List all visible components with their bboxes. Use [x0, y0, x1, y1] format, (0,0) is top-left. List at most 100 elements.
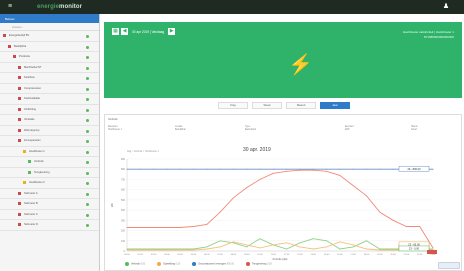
y-tick-label: 400 [121, 209, 126, 212]
tree-item-label: Machinehal NT [24, 65, 42, 69]
help-button[interactable] [438, 262, 460, 269]
sidebar: Beheer Zoeken... Energiebedrijf BV Bedrij… [0, 14, 100, 271]
tree-item[interactable]: Ventilatie [0, 115, 99, 126]
tree-item[interactable]: Verbruik [0, 157, 99, 168]
tree-item[interactable]: Hoofdmeter 1 [0, 147, 99, 157]
status-dot [86, 98, 89, 101]
data-point [232, 168, 234, 170]
node-icon [23, 149, 26, 153]
data-point [339, 168, 341, 170]
data-point [259, 238, 261, 240]
data-point [352, 168, 354, 170]
data-point [299, 168, 301, 170]
tree-item[interactable]: Submeter C [0, 210, 99, 220]
tab-day[interactable]: Dag [218, 102, 248, 109]
node-icon [18, 107, 21, 111]
prev-date-button[interactable]: ◀ [121, 28, 128, 35]
data-point [259, 168, 261, 170]
tree-item[interactable]: Warmtepomp [0, 126, 99, 136]
tree-item[interactable]: Energiebedrijf BV [0, 31, 99, 42]
legend-item[interactable]: Teruglevering 0,00 [246, 262, 272, 266]
data-point [246, 246, 248, 248]
data-point [392, 248, 394, 250]
data-point [206, 168, 208, 170]
data-point [352, 246, 354, 248]
meta-block-5: Status Actief [411, 126, 418, 132]
meta-block-1: Meetpunt Hoofdmeter 1 [108, 126, 122, 132]
data-point [339, 241, 341, 243]
tree-item[interactable]: Teruglevering [0, 168, 99, 178]
tree-item[interactable]: Hoofdmeter 2 [0, 178, 99, 189]
node-icon [18, 128, 21, 132]
tab-month[interactable]: Maand [286, 102, 316, 109]
data-point [139, 226, 141, 228]
data-point [166, 249, 168, 251]
tree-item[interactable]: Submeter B [0, 199, 99, 210]
tree-item[interactable]: Compressoren [0, 84, 99, 94]
tree-item[interactable]: Koelinstallatie [0, 94, 99, 105]
data-point [246, 168, 248, 170]
tab-week[interactable]: Week [252, 102, 282, 109]
tree-item[interactable]: Submeter D [0, 220, 99, 231]
data-point [286, 168, 288, 170]
data-point [339, 174, 341, 176]
tree-item[interactable]: Verlichting [0, 105, 99, 115]
calendar-icon[interactable]: ▦ [112, 28, 119, 35]
data-point [365, 195, 367, 197]
meter-info-line2: 871685900000000000 [423, 35, 454, 39]
tab-year[interactable]: Jaar [320, 102, 350, 109]
data-point [432, 248, 434, 250]
data-point [365, 168, 367, 170]
legend-value: 0,00 [175, 262, 181, 266]
x-tick-label: 03:00 [164, 254, 170, 256]
data-point [379, 249, 381, 251]
x-tick-label: 15:00 [324, 254, 330, 256]
x-tick-label: 02:00 [151, 254, 157, 256]
tree-item[interactable]: Ketelhuis [0, 73, 99, 84]
x-tick-label: 05:00 [191, 254, 197, 256]
legend-item[interactable]: Verbruik 0,00 [125, 262, 145, 266]
tree-item[interactable]: Zonnepanelen [0, 136, 99, 147]
status-dot [86, 150, 89, 154]
search-placeholder: Zoeken... [12, 24, 25, 29]
data-point [272, 244, 274, 246]
menu-icon[interactable]: ≡ [5, 2, 15, 12]
chart-panel: Verbruik Meetpunt Hoofdmeter 1 Locatie Bed… [104, 114, 462, 271]
tree-item[interactable]: Submeter A [0, 189, 99, 199]
y-tick-label: 500 [121, 199, 126, 202]
tree-item[interactable]: Bedrijfshal [0, 42, 99, 52]
status-dot [86, 87, 89, 91]
data-point [392, 168, 394, 170]
panel-title: Verbruik [108, 118, 118, 121]
app-logo[interactable]: energiemonitor [37, 4, 82, 10]
next-date-button[interactable]: ▶ [168, 28, 176, 35]
x-tick-label: 14:00 [311, 254, 317, 256]
data-point [126, 248, 128, 250]
y-tick-label: 800 [121, 168, 126, 171]
data-point [126, 249, 128, 251]
data-point [299, 169, 301, 171]
data-point [326, 246, 328, 248]
status-dot [86, 56, 89, 59]
legend-item[interactable]: Gecontracteerd vermogen 800,00 [192, 262, 234, 266]
user-icon[interactable]: ♟ [442, 3, 450, 11]
y-tick-label: 0 [124, 250, 126, 253]
search-input[interactable]: Zoeken... [0, 23, 99, 31]
y-tick-label: 200 [121, 230, 126, 233]
status-dot [86, 203, 89, 206]
tree-item[interactable]: Machinehal NT [0, 63, 99, 73]
tree-item[interactable]: Productie [0, 52, 99, 63]
data-point [312, 169, 314, 171]
legend-value: 0,00 [140, 262, 146, 266]
tree-item-label: Energiebedrijf BV [9, 34, 30, 38]
sidebar-header[interactable]: Beheer [0, 14, 99, 23]
status-dot [86, 192, 89, 196]
data-point [392, 219, 394, 221]
legend-item[interactable]: Opwekking 0,00 [157, 262, 180, 266]
data-point [232, 242, 234, 244]
line-chart[interactable]: 0 100 200 300 400 500 600 700 800 900 00:00 01:00 02… [105, 139, 463, 269]
data-point [246, 187, 248, 189]
status-dot [86, 119, 89, 122]
node-icon [23, 181, 26, 185]
chart-legend: Verbruik 0,00 Opwekking 0,00 Gecontracteer… [125, 262, 272, 266]
